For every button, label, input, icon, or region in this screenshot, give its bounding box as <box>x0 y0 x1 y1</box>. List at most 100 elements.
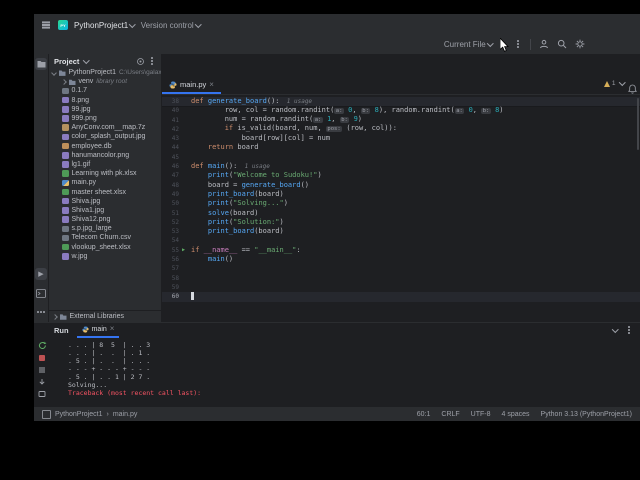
panel-options-icon[interactable] <box>151 60 153 62</box>
panel-options-icon[interactable] <box>628 329 630 331</box>
code-line-55[interactable]: 55 ▶ if __name__ == "__main__": <box>162 246 640 255</box>
console-line: Solving... <box>68 381 108 389</box>
console-line: . . . | 8 5 | . . 3 <box>68 341 151 349</box>
line-number: 52 <box>171 218 179 226</box>
tree-root-pythonproject1[interactable]: PythonProject1 C:\Users\galax\PythonProj… <box>49 68 161 77</box>
more-actions-icon[interactable] <box>517 43 519 45</box>
tree-item[interactable]: w.jpg <box>49 252 161 261</box>
code-line-52[interactable]: 52 print("Solution:") <box>162 218 640 227</box>
tree-item[interactable]: master sheet.xlsx <box>49 187 161 196</box>
close-icon[interactable]: × <box>110 325 115 333</box>
code-line-48[interactable]: 48 board = generate_board() <box>162 181 640 190</box>
user-profile-icon[interactable] <box>539 39 549 49</box>
stop-icon[interactable] <box>38 354 46 362</box>
run-panel-title[interactable]: Run <box>54 326 69 335</box>
console-output[interactable]: . . . | 8 5 | . . 3. . . | . . | . 1 .. … <box>50 337 640 398</box>
chevron-collapsed-icon <box>61 78 67 85</box>
clear-console-icon[interactable] <box>38 390 46 398</box>
rerun-icon[interactable] <box>38 341 47 350</box>
code-line-45[interactable]: 45 <box>162 153 640 162</box>
tree-item[interactable]: Shiva.jpg <box>49 197 161 206</box>
code-line-56[interactable]: 56 main() <box>162 255 640 264</box>
tree-item[interactable]: employee.db <box>49 142 161 151</box>
image-file-icon <box>62 197 69 205</box>
line-number: 49 <box>171 190 179 198</box>
run-tab-main[interactable]: main × <box>76 323 120 338</box>
line-number: 48 <box>171 181 179 189</box>
tree-item[interactable]: 0.1.7 <box>49 86 161 95</box>
console-line: . 5 . | . . | . . . <box>68 357 151 365</box>
tab-main-py[interactable]: main.py × <box>162 77 221 94</box>
code-lines[interactable]: 38 def generate_board(): 1 usage 40 row, c… <box>162 95 640 302</box>
console-line: Traceback (most recent call last): <box>68 389 202 397</box>
hamburger-menu-icon[interactable] <box>42 24 50 26</box>
tree-item[interactable]: 999.png <box>49 114 161 123</box>
code-line-46[interactable]: 46 def main(): 1 usage <box>162 162 640 171</box>
tree-item[interactable]: hanumancolor.png <box>49 151 161 160</box>
search-icon[interactable] <box>557 39 567 49</box>
code-line-60[interactable]: 60 <box>162 292 640 302</box>
tree-item[interactable]: vlookup_sheet.xlsx <box>49 243 161 252</box>
code-line-57[interactable]: 57 <box>162 264 640 273</box>
editor-scrollbar[interactable] <box>637 98 639 150</box>
console-options-icon[interactable] <box>38 366 46 374</box>
archive-file-icon <box>62 124 69 131</box>
tool-window-stripe: ▶ <box>34 54 49 322</box>
code-line-50[interactable]: 50 print("Solving...") <box>162 199 640 208</box>
close-icon[interactable]: × <box>209 80 214 89</box>
tree-item[interactable]: s.p.jpg_large <box>49 224 161 233</box>
folder-file-icon <box>69 79 76 86</box>
code-line-59[interactable]: 59 <box>162 283 640 292</box>
status-widget[interactable]: 4 spaces <box>502 411 530 418</box>
run-configuration-select[interactable]: Current File <box>444 40 494 49</box>
status-widget[interactable]: UTF-8 <box>471 411 491 418</box>
project-name-button[interactable]: PythonProject1 <box>74 21 136 30</box>
more-tools-icon[interactable] <box>35 306 47 318</box>
settings-gear-icon[interactable] <box>575 39 585 49</box>
status-widget[interactable]: 60:1 <box>417 411 431 418</box>
code-line-44[interactable]: 44 return board <box>162 143 640 152</box>
tree-item[interactable]: color_splash_output.jpg <box>49 132 161 141</box>
run-gutter-icon[interactable]: ▶ <box>182 247 191 253</box>
tree-item[interactable]: 99.jpg <box>49 105 161 114</box>
status-widget[interactable]: Python 3.13 (PythonProject1) <box>541 411 632 418</box>
project-panel-title[interactable]: Project <box>54 57 79 66</box>
code-line-58[interactable]: 58 <box>162 274 640 283</box>
terminal-tool-icon[interactable] <box>35 287 47 299</box>
version-control-button[interactable]: Version control <box>141 21 202 30</box>
line-number: 58 <box>171 274 179 282</box>
code-line-51[interactable]: 51 solve(board) <box>162 209 640 218</box>
chevron-down-icon[interactable] <box>611 325 619 333</box>
code-line-53[interactable]: 53 print_board(board) <box>162 227 640 236</box>
code-line-54[interactable]: 54 <box>162 236 640 245</box>
external-libraries-item[interactable]: External Libraries <box>49 310 161 322</box>
tree-item[interactable]: AnyConv.com__map.7z <box>49 123 161 132</box>
code-line-49[interactable]: 49 print_board(board) <box>162 190 640 199</box>
scroll-to-end-icon[interactable] <box>38 378 46 386</box>
code-line-42[interactable]: 42 if is_valid(board, num, pos: (row, co… <box>162 124 640 134</box>
tree-item[interactable]: Shiva1.jpg <box>49 206 161 215</box>
code-line-43[interactable]: 43 board[row][col] = num <box>162 134 640 143</box>
tree-item[interactable]: main.py <box>49 178 161 187</box>
file-file-icon <box>62 87 69 95</box>
run-tool-icon[interactable]: ▶ <box>35 268 47 280</box>
locate-file-icon[interactable] <box>136 57 145 66</box>
tree-item[interactable]: lg1.gif <box>49 160 161 169</box>
tree-item[interactable]: Telecom Churn.csv <box>49 233 161 242</box>
tree-item[interactable]: venv library root <box>49 77 161 86</box>
tree-item[interactable]: Learning with pk.xlsx <box>49 169 161 178</box>
code-line-47[interactable]: 47 print("Welcome to Sudoku!") <box>162 171 640 180</box>
breadcrumb-project[interactable]: PythonProject1 <box>55 411 102 418</box>
project-tool-icon[interactable] <box>35 58 47 70</box>
status-widget[interactable]: CRLF <box>441 411 459 418</box>
tree-item[interactable]: Shiva12.png <box>49 215 161 224</box>
inspections-widget[interactable]: 1 <box>603 79 625 87</box>
console-line: . . . | . . | . 1 . <box>68 349 151 357</box>
chevron-down-icon <box>618 79 625 86</box>
console-line: . 5 . | . . 1 | 2 7 . <box>68 373 151 381</box>
db-file-icon <box>62 142 69 150</box>
tree-item[interactable]: 8.png <box>49 96 161 105</box>
notifications-bell-icon[interactable] <box>628 81 637 99</box>
line-number: 40 <box>171 107 179 115</box>
breadcrumb-file[interactable]: main.py <box>113 411 138 418</box>
